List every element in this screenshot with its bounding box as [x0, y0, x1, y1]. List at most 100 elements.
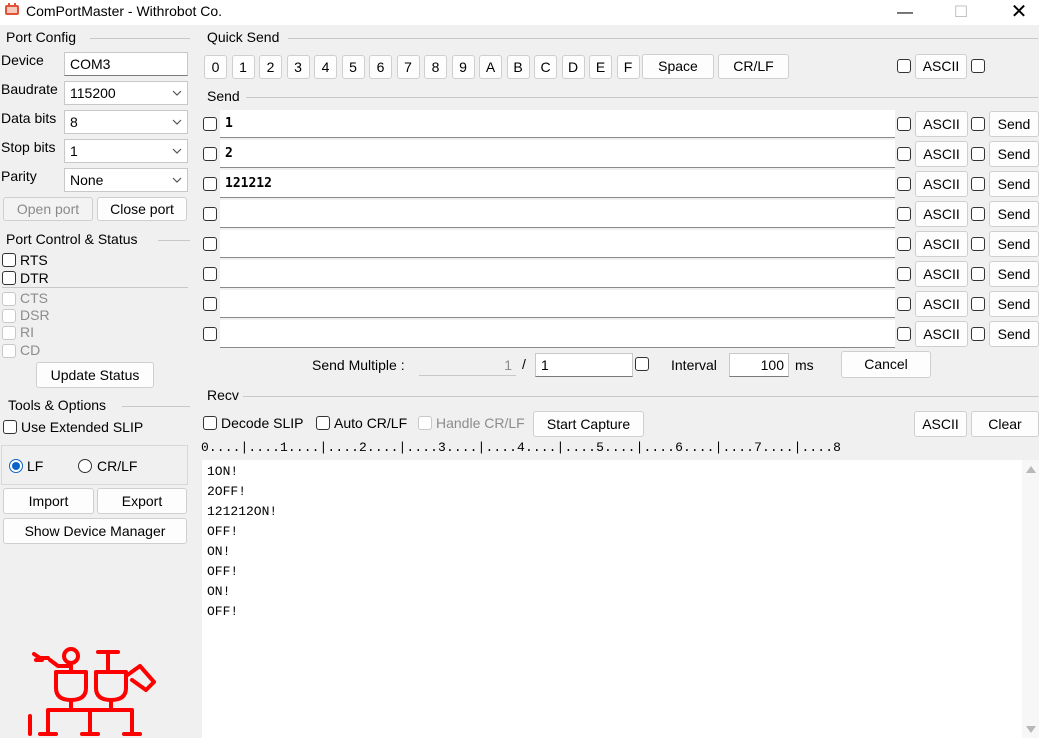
- recv-text-area[interactable]: [202, 460, 1022, 738]
- lf-radio[interactable]: [9, 459, 23, 473]
- send-row-ascii-checkbox[interactable]: [971, 147, 985, 161]
- auto-crlf-checkbox[interactable]: [316, 416, 330, 430]
- send-row-ascii-button[interactable]: ASCII: [915, 201, 968, 227]
- send-row-send-button[interactable]: Send: [989, 171, 1039, 197]
- quick-key-a-button[interactable]: A: [479, 55, 502, 79]
- send-row-ascii-button[interactable]: ASCII: [915, 141, 968, 167]
- show-device-manager-button[interactable]: Show Device Manager: [3, 518, 187, 544]
- quick-key-b-button[interactable]: B: [506, 55, 530, 79]
- send-row-ascii-checkbox[interactable]: [971, 267, 985, 281]
- parity-select[interactable]: None: [64, 168, 188, 192]
- interval-field[interactable]: 100: [729, 353, 789, 377]
- quick-key-3-button[interactable]: 3: [286, 55, 310, 79]
- send-row-ascii-button[interactable]: ASCII: [915, 111, 968, 137]
- send-row-input[interactable]: 121212: [220, 170, 895, 198]
- close-port-button[interactable]: Close port: [97, 197, 187, 221]
- quick-key-6-button[interactable]: 6: [369, 55, 392, 79]
- send-row-ascii-checkbox[interactable]: [971, 117, 985, 131]
- quick-send-ascii-button[interactable]: ASCII: [915, 54, 967, 79]
- send-row-ascii-button[interactable]: ASCII: [915, 231, 968, 257]
- dtr-checkbox[interactable]: [2, 271, 16, 285]
- send-row-hex-checkbox[interactable]: [897, 327, 911, 341]
- import-button[interactable]: Import: [3, 488, 94, 514]
- quick-key-d-button[interactable]: D: [561, 55, 585, 79]
- close-window-button[interactable]: ✕: [996, 0, 1039, 25]
- clear-button[interactable]: Clear: [971, 411, 1039, 437]
- send-row-input[interactable]: [220, 200, 895, 228]
- send-row-send-button[interactable]: Send: [989, 141, 1039, 167]
- device-field[interactable]: COM3: [64, 52, 188, 76]
- send-row-send-button[interactable]: Send: [989, 261, 1039, 287]
- send-row-hex-checkbox[interactable]: [897, 147, 911, 161]
- crlf-button[interactable]: CR/LF: [718, 54, 789, 79]
- quick-send-ascii-checkbox[interactable]: [971, 59, 985, 73]
- update-status-button[interactable]: Update Status: [36, 362, 154, 388]
- quick-key-0-button[interactable]: 0: [204, 55, 227, 79]
- send-row-hex-checkbox[interactable]: [897, 207, 911, 221]
- databits-select[interactable]: 8: [64, 110, 188, 134]
- quick-key-c-button[interactable]: C: [534, 55, 557, 79]
- send-row-input[interactable]: [220, 290, 895, 318]
- send-row-enable-checkbox[interactable]: [203, 237, 217, 251]
- quick-key-8-button[interactable]: 8: [424, 55, 447, 79]
- send-row-ascii-checkbox[interactable]: [971, 177, 985, 191]
- open-port-button[interactable]: Open port: [3, 197, 93, 221]
- send-row-input[interactable]: [220, 260, 895, 288]
- send-row-input[interactable]: [220, 320, 895, 348]
- minimize-button[interactable]: —: [882, 0, 928, 25]
- quick-key-4-button[interactable]: 4: [314, 55, 337, 79]
- quick-key-e-button[interactable]: E: [589, 55, 612, 79]
- space-button[interactable]: Space: [642, 54, 714, 79]
- quick-key-2-button[interactable]: 2: [259, 55, 282, 79]
- quick-key-7-button[interactable]: 7: [396, 55, 420, 79]
- send-multiple-checkbox[interactable]: [635, 357, 649, 371]
- send-row-ascii-checkbox[interactable]: [971, 237, 985, 251]
- quick-key-9-button[interactable]: 9: [451, 55, 475, 79]
- quick-key-f-button[interactable]: F: [616, 55, 640, 79]
- send-row-send-button[interactable]: Send: [989, 291, 1039, 317]
- send-row-ascii-button[interactable]: ASCII: [915, 291, 968, 317]
- send-row-send-button[interactable]: Send: [989, 321, 1039, 347]
- recv-scrollbar[interactable]: [1022, 460, 1039, 738]
- send-row-enable-checkbox[interactable]: [203, 267, 217, 281]
- send-row-send-button[interactable]: Send: [989, 111, 1039, 137]
- quick-key-5-button[interactable]: 5: [341, 55, 365, 79]
- decode-slip-checkbox[interactable]: [203, 416, 217, 430]
- send-row-input[interactable]: 2: [220, 140, 895, 168]
- send-row-hex-checkbox[interactable]: [897, 237, 911, 251]
- send-row-input[interactable]: 1: [220, 110, 895, 138]
- send-row-enable-checkbox[interactable]: [203, 207, 217, 221]
- send-row-enable-checkbox[interactable]: [203, 327, 217, 341]
- stopbits-select[interactable]: 1: [64, 139, 188, 163]
- quick-send-hex-checkbox[interactable]: [897, 59, 911, 73]
- send-row-ascii-checkbox[interactable]: [971, 327, 985, 341]
- crlf-radio[interactable]: [78, 459, 92, 473]
- quick-key-1-button[interactable]: 1: [231, 55, 255, 79]
- send-row-ascii-checkbox[interactable]: [971, 207, 985, 221]
- send-row-hex-checkbox[interactable]: [897, 117, 911, 131]
- scroll-up-icon[interactable]: [1026, 466, 1036, 473]
- rts-checkbox[interactable]: [2, 253, 16, 267]
- start-capture-button[interactable]: Start Capture: [533, 411, 644, 437]
- send-row-hex-checkbox[interactable]: [897, 297, 911, 311]
- send-row-ascii-button[interactable]: ASCII: [915, 261, 968, 287]
- send-row-enable-checkbox[interactable]: [203, 117, 217, 131]
- extended-slip-checkbox[interactable]: [3, 420, 17, 434]
- send-row-enable-checkbox[interactable]: [203, 147, 217, 161]
- send-row-hex-checkbox[interactable]: [897, 267, 911, 281]
- send-row-ascii-checkbox[interactable]: [971, 297, 985, 311]
- scroll-down-icon[interactable]: [1026, 726, 1036, 733]
- send-row-ascii-button[interactable]: ASCII: [915, 171, 968, 197]
- send-multiple-total-field[interactable]: 1: [535, 353, 633, 377]
- export-button[interactable]: Export: [97, 488, 187, 514]
- send-row-enable-checkbox[interactable]: [203, 177, 217, 191]
- send-row-hex-checkbox[interactable]: [897, 177, 911, 191]
- baudrate-select[interactable]: 115200: [64, 81, 188, 105]
- send-row-send-button[interactable]: Send: [989, 231, 1039, 257]
- recv-ascii-button[interactable]: ASCII: [914, 411, 967, 437]
- send-row-enable-checkbox[interactable]: [203, 297, 217, 311]
- cancel-button[interactable]: Cancel: [841, 351, 931, 378]
- send-row-send-button[interactable]: Send: [989, 201, 1039, 227]
- maximize-button[interactable]: ☐: [938, 0, 984, 25]
- send-row-input[interactable]: [220, 230, 895, 258]
